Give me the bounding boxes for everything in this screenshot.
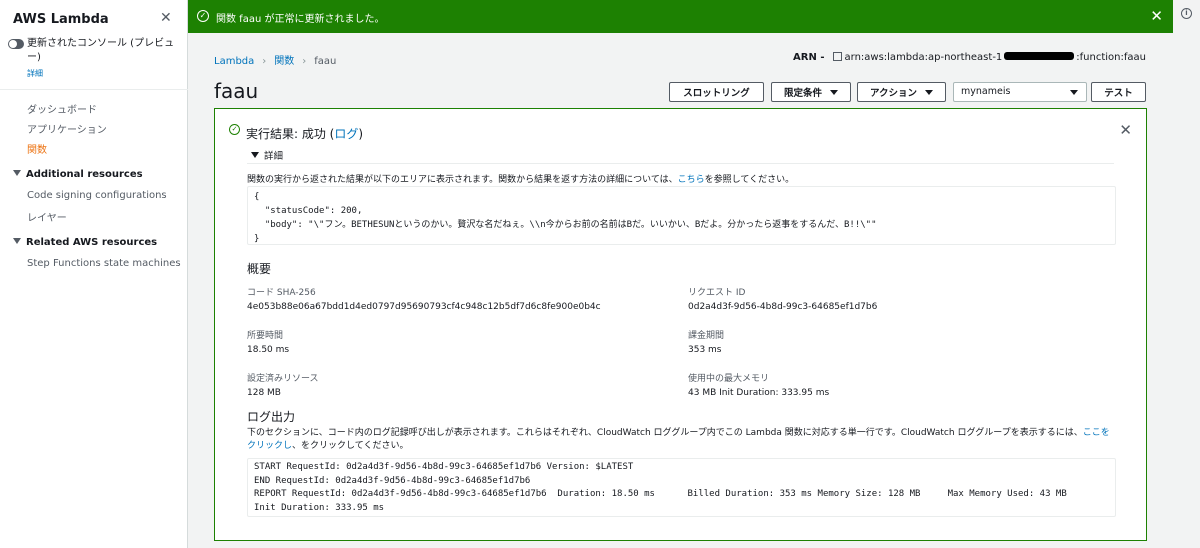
caret-down-icon xyxy=(13,238,21,244)
caret-down-icon xyxy=(830,89,838,95)
console-preview-toggle[interactable] xyxy=(8,39,24,49)
additional-resources-toggle[interactable]: Additional resources xyxy=(13,169,143,180)
sidebar-item-dashboard[interactable]: ダッシュボード xyxy=(27,101,97,116)
code-sha-value: 4e053b88e06a67bdd1d4ed0797d95690793cf4c9… xyxy=(247,302,601,312)
output-line: } xyxy=(254,234,260,244)
caret-down-icon xyxy=(1070,90,1078,95)
result-description-prefix: 関数の実行から返された結果が以下のエリアに表示されます。関数から結果を返す方法の… xyxy=(247,175,678,185)
configured-resources-value: 128 MB xyxy=(247,388,281,398)
sidebar-item-functions[interactable]: 関数 xyxy=(27,141,47,156)
result-log-link[interactable]: ログ xyxy=(334,127,358,141)
check-circle-icon: ✓ xyxy=(197,10,209,22)
detail-link[interactable]: 詳細 xyxy=(27,68,43,79)
qualifiers-button-label: 限定条件 xyxy=(783,88,822,99)
breadcrumb-functions[interactable]: 関数 xyxy=(274,56,294,67)
breadcrumb-lambda[interactable]: Lambda xyxy=(214,56,254,67)
billed-duration-value: 353 ms xyxy=(688,345,722,355)
test-button[interactable]: テスト xyxy=(1091,82,1146,102)
related-resources-heading: Related AWS resources xyxy=(26,237,158,248)
console-preview-label: 更新されたコンソール (プレビュー) xyxy=(27,38,175,63)
log-line: END RequestId: 0d2a4d3f-9d56-4b8d-99c3-6… xyxy=(254,475,531,486)
log-description-suffix: 、をクリックしてください。 xyxy=(292,441,409,451)
configured-resources-label: 設定済みリソース xyxy=(247,374,319,384)
sidebar-item-applications[interactable]: アプリケーション xyxy=(27,121,107,136)
duration-label: 所要時間 xyxy=(247,331,284,341)
close-icon[interactable]: ✕ xyxy=(1119,121,1132,139)
arn-label: ARN - xyxy=(793,52,825,63)
actions-button-label: アクション xyxy=(869,88,918,99)
info-icon[interactable]: i xyxy=(1181,8,1192,19)
output-line: "body": "\"フン。BETHESUNというのかい。贅沢な名だねぇ。\\n… xyxy=(254,220,877,230)
billed-duration-label: 課金期間 xyxy=(688,331,725,341)
result-title: 実行結果: 成功 (ログ) xyxy=(246,125,363,142)
summary-heading: 概要 xyxy=(247,262,272,276)
log-line: Init Duration: 333.95 ms xyxy=(254,502,385,513)
log-line: REPORT RequestId: 0d2a4d3f-9d56-4b8d-99c… xyxy=(254,489,1067,499)
test-event-value: mynameis xyxy=(961,86,1011,97)
page-title: faau xyxy=(214,79,259,103)
arn-prefix: arn:aws:lambda:ap-northeast-1 xyxy=(844,52,1003,63)
sidebar-title: AWS Lambda xyxy=(13,12,109,27)
breadcrumb-current: faau xyxy=(314,56,337,67)
details-toggle[interactable]: 詳細 xyxy=(251,148,283,162)
details-label: 詳細 xyxy=(264,151,284,162)
caret-down-icon xyxy=(251,152,259,158)
related-resources-toggle[interactable]: Related AWS resources xyxy=(13,237,157,248)
additional-resources-heading: Additional resources xyxy=(26,169,143,180)
result-title-suffix: ) xyxy=(358,127,364,141)
copy-icon[interactable] xyxy=(832,52,842,61)
caret-down-icon xyxy=(925,89,934,95)
log-description: 下のセクションに、コード内のログ記録呼び出しが表示されます。これらはそれぞれ、C… xyxy=(247,427,1113,453)
execution-output-box[interactable]: { "statusCode": 200, "body": "\"フン。BETHE… xyxy=(247,186,1116,245)
request-id-value: 0d2a4d3f-9d56-4b8d-99c3-64685ef1d7b6 xyxy=(688,302,878,312)
result-description: 関数の実行から返された結果が以下のエリアに表示されます。関数から結果を返す方法の… xyxy=(247,172,794,185)
log-description-prefix: 下のセクションに、コード内のログ記録呼び出しが表示されます。これらはそれぞれ、C… xyxy=(247,428,1083,438)
flash-message: 関数 faau が正常に更新されました。 xyxy=(216,14,385,25)
log-output-box[interactable]: START RequestId: 0d2a4d3f-9d56-4b8d-99c3… xyxy=(247,458,1116,517)
sidebar: AWS Lambda ✕ 更新されたコンソール (プレビュー) 詳細 ダッシュボ… xyxy=(0,0,188,548)
result-description-link[interactable]: こちら xyxy=(678,175,705,185)
result-title-prefix: 実行結果: 成功 ( xyxy=(246,127,335,141)
close-icon[interactable]: ✕ xyxy=(160,10,172,26)
code-sha-label: コード SHA-256 xyxy=(247,288,316,298)
chevron-right-icon: › xyxy=(302,56,307,67)
sidebar-item-layers[interactable]: レイヤー xyxy=(27,209,67,224)
breadcrumb: Lambda › 関数 › faau xyxy=(214,52,336,67)
sidebar-item-code-signing[interactable]: Code signing configurations xyxy=(27,190,167,201)
log-output-heading: ログ出力 xyxy=(247,410,296,424)
duration-value: 18.50 ms xyxy=(247,345,290,355)
close-icon[interactable]: ✕ xyxy=(1150,7,1163,25)
function-arn: ARN - arn:aws:lambda:ap-northeast-1 :funct… xyxy=(793,52,1146,63)
qualifiers-button[interactable]: 限定条件 xyxy=(771,82,851,102)
result-description-suffix: を参照してください。 xyxy=(704,175,795,185)
throttle-button-label: スロットリング xyxy=(683,88,750,99)
max-memory-label: 使用中の最大メモリ xyxy=(688,374,770,384)
chevron-right-icon: › xyxy=(262,56,267,67)
divider xyxy=(247,163,1114,164)
test-event-select[interactable]: mynameis xyxy=(953,82,1087,102)
actions-button[interactable]: アクション xyxy=(857,82,946,102)
max-memory-value: 43 MB Init Duration: 333.95 ms xyxy=(688,388,830,398)
sidebar-divider xyxy=(0,89,188,90)
success-flash-bar: ✓ 関数 faau が正常に更新されました。 ✕ xyxy=(188,0,1173,33)
output-line: "statusCode": 200, xyxy=(254,206,363,216)
test-button-label: テスト xyxy=(1104,88,1133,99)
log-line: START RequestId: 0d2a4d3f-9d56-4b8d-99c3… xyxy=(254,462,634,472)
caret-down-icon xyxy=(13,170,21,176)
redacted-account-id xyxy=(1004,52,1075,60)
check-circle-icon: ✓ xyxy=(229,124,240,135)
request-id-label: リクエスト ID xyxy=(688,288,746,298)
sidebar-item-step-functions[interactable]: Step Functions state machines xyxy=(27,258,181,269)
output-line: { xyxy=(254,192,260,202)
execution-result-panel: ✓ 実行結果: 成功 (ログ) ✕ 詳細 関数の実行から返された結果が以下のエリ… xyxy=(214,108,1147,541)
arn-suffix: :function:faau xyxy=(1076,52,1146,63)
throttle-button[interactable]: スロットリング xyxy=(669,82,764,102)
